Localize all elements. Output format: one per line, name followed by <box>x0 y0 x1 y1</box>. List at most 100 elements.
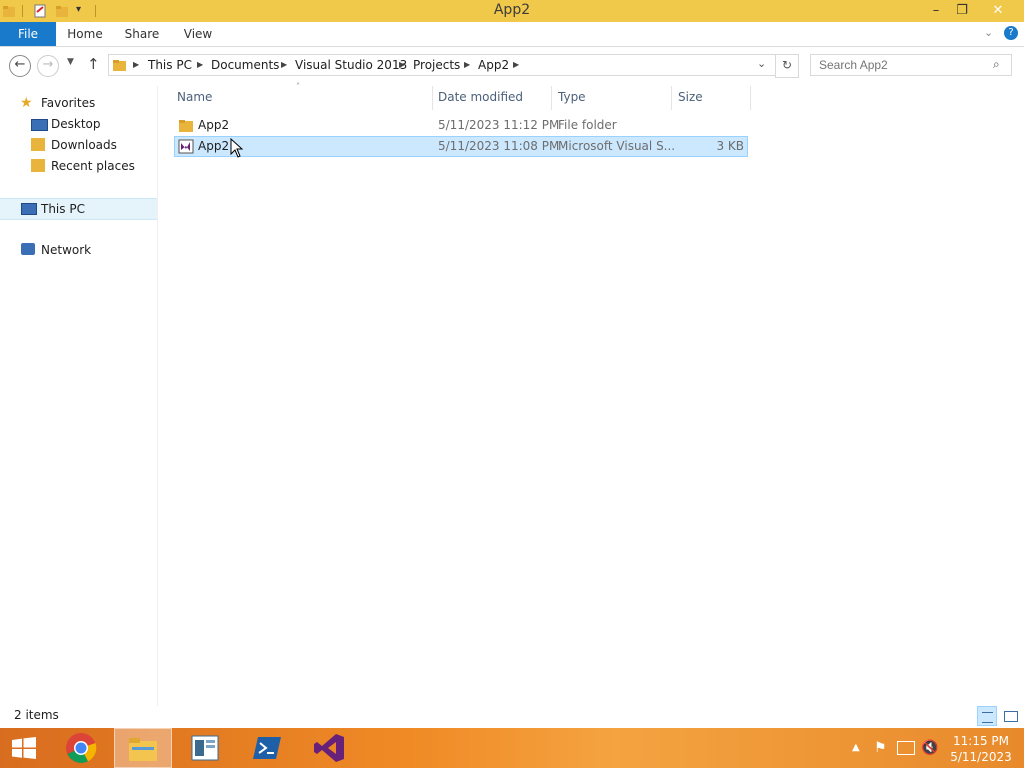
file-name: App2 <box>198 118 230 132</box>
vs-solution-icon <box>178 139 194 154</box>
server-manager-icon <box>191 735 219 761</box>
chrome-taskbar-button[interactable] <box>52 728 110 768</box>
forward-button[interactable]: → <box>37 55 59 77</box>
refresh-button[interactable]: ↻ <box>775 54 799 78</box>
folder-app-icon <box>3 6 15 17</box>
taskbar: ▲ ⚑ 🔇 <box>0 728 1024 768</box>
nav-recent-places[interactable]: Recent places <box>0 156 157 176</box>
network-icon <box>21 243 35 255</box>
breadcrumb-documents[interactable]: Documents <box>211 57 279 73</box>
column-header-date-modified[interactable]: Date modified <box>438 87 523 107</box>
search-icon[interactable]: ⌕ <box>993 57 1000 72</box>
breadcrumb-separator[interactable]: ▶ <box>464 57 470 73</box>
nav-recent-places-label: Recent places <box>51 159 135 173</box>
nav-desktop-label: Desktop <box>51 117 101 131</box>
show-hidden-icons-button[interactable]: ▲ <box>852 742 860 753</box>
speaker-muted-icon[interactable]: 🔇 <box>921 740 938 756</box>
file-explorer-taskbar-button[interactable] <box>114 728 172 768</box>
nav-network[interactable]: Network <box>0 240 157 260</box>
search-box[interactable]: ⌕ <box>810 54 1012 76</box>
up-button[interactable]: ↑ <box>87 55 100 73</box>
file-type: File folder <box>558 118 617 132</box>
tab-share[interactable]: Share <box>120 22 164 46</box>
chrome-icon <box>66 733 97 763</box>
qat-divider <box>22 5 23 17</box>
nav-favorites-label: Favorites <box>41 96 96 110</box>
file-name: App2 <box>198 139 230 153</box>
nav-desktop[interactable]: Desktop <box>0 114 157 134</box>
new-folder-icon[interactable] <box>55 4 69 18</box>
details-view-icon <box>982 712 993 723</box>
star-icon: ★ <box>20 95 33 111</box>
nav-this-pc-label: This PC <box>41 202 85 216</box>
this-pc-icon <box>21 203 37 215</box>
clock-date: 5/11/2023 <box>950 750 1012 764</box>
breadcrumb-separator[interactable]: ▶ <box>281 57 287 73</box>
file-size: 3 KB <box>716 139 744 153</box>
recent-locations-icon[interactable]: ▼ <box>67 57 74 67</box>
qat-dropdown-icon[interactable]: ▾ <box>76 4 81 15</box>
properties-icon[interactable] <box>33 4 47 18</box>
column-header-name[interactable]: Name <box>177 87 212 107</box>
column-divider[interactable] <box>750 86 751 110</box>
nav-downloads[interactable]: Downloads <box>0 135 157 155</box>
start-button[interactable] <box>0 728 48 768</box>
maximize-button[interactable]: ❐ <box>947 0 977 22</box>
recent-places-icon <box>31 159 45 172</box>
large-icons-view-icon <box>1004 711 1018 722</box>
address-history-dropdown[interactable]: ⌄ <box>757 57 766 70</box>
nav-downloads-label: Downloads <box>51 138 117 152</box>
column-header-type[interactable]: Type <box>558 87 586 107</box>
close-button[interactable]: ✕ <box>983 0 1013 22</box>
column-divider[interactable] <box>671 86 672 110</box>
nav-network-label: Network <box>41 243 92 257</box>
folder-icon <box>179 120 193 132</box>
breadcrumb-projects[interactable]: Projects <box>413 57 460 73</box>
mouse-cursor-icon <box>230 138 244 158</box>
breadcrumb-separator[interactable]: ▶ <box>513 57 519 73</box>
breadcrumb-separator[interactable]: ▶ <box>197 57 203 73</box>
column-divider[interactable] <box>551 86 552 110</box>
breadcrumb-app2[interactable]: App2 <box>478 57 509 73</box>
taskbar-clock[interactable]: 11:15 PM 5/11/2023 <box>946 733 1016 765</box>
visual-studio-icon <box>314 734 344 762</box>
file-type: Microsoft Visual S... <box>558 139 676 153</box>
qat-divider-2 <box>95 5 96 17</box>
desktop-icon <box>31 119 48 131</box>
breadcrumb-visual-studio-2013[interactable]: Visual Studio 2013 <box>295 57 407 73</box>
nav-favorites[interactable]: ★ Favorites <box>0 93 157 113</box>
ribbon-expand-icon[interactable]: ⌄ <box>984 26 993 39</box>
title-bar: App2 ▾ – ❐ ✕ <box>0 0 1024 22</box>
tab-view[interactable]: View <box>178 22 218 46</box>
tab-file[interactable]: File <box>0 22 56 46</box>
action-center-flag-icon[interactable]: ⚑ <box>874 740 887 756</box>
large-icons-view-button[interactable] <box>1001 706 1021 726</box>
ribbon-tabs: File Home Share View ⌄ ? <box>0 22 1024 47</box>
column-divider[interactable] <box>432 86 433 110</box>
powershell-icon <box>253 737 281 759</box>
nav-this-pc[interactable]: This PC <box>0 198 157 220</box>
breadcrumb-separator[interactable]: ▶ <box>133 57 139 73</box>
address-bar[interactable]: ▶ This PC ▶ Documents ▶ Visual Studio 20… <box>108 54 776 76</box>
visual-studio-taskbar-button[interactable] <box>300 728 358 768</box>
server-manager-taskbar-button[interactable] <box>176 728 234 768</box>
file-date-modified: 5/11/2023 11:12 PM <box>438 118 560 132</box>
sort-ascending-icon: ˄ <box>296 82 300 91</box>
search-input[interactable] <box>817 55 991 75</box>
powershell-taskbar-button[interactable] <box>238 728 296 768</box>
status-item-count: 2 items <box>14 708 59 722</box>
downloads-icon <box>31 138 45 151</box>
breadcrumb-this-pc[interactable]: This PC <box>148 57 192 73</box>
details-view-button[interactable] <box>977 706 997 726</box>
network-tray-icon[interactable] <box>897 741 915 755</box>
column-header-size[interactable]: Size <box>678 87 703 107</box>
file-explorer-icon <box>129 738 157 761</box>
breadcrumb-separator[interactable]: ▶ <box>399 57 405 73</box>
tab-home[interactable]: Home <box>62 22 108 46</box>
help-icon[interactable]: ? <box>1004 26 1018 40</box>
file-date-modified: 5/11/2023 11:08 PM <box>438 139 560 153</box>
back-button[interactable]: ← <box>9 55 31 77</box>
folder-icon <box>113 60 126 71</box>
file-row-selected[interactable]: App2 5/11/2023 11:08 PM Microsoft Visual… <box>174 136 748 157</box>
file-row[interactable]: App2 5/11/2023 11:12 PM File folder <box>174 116 748 135</box>
